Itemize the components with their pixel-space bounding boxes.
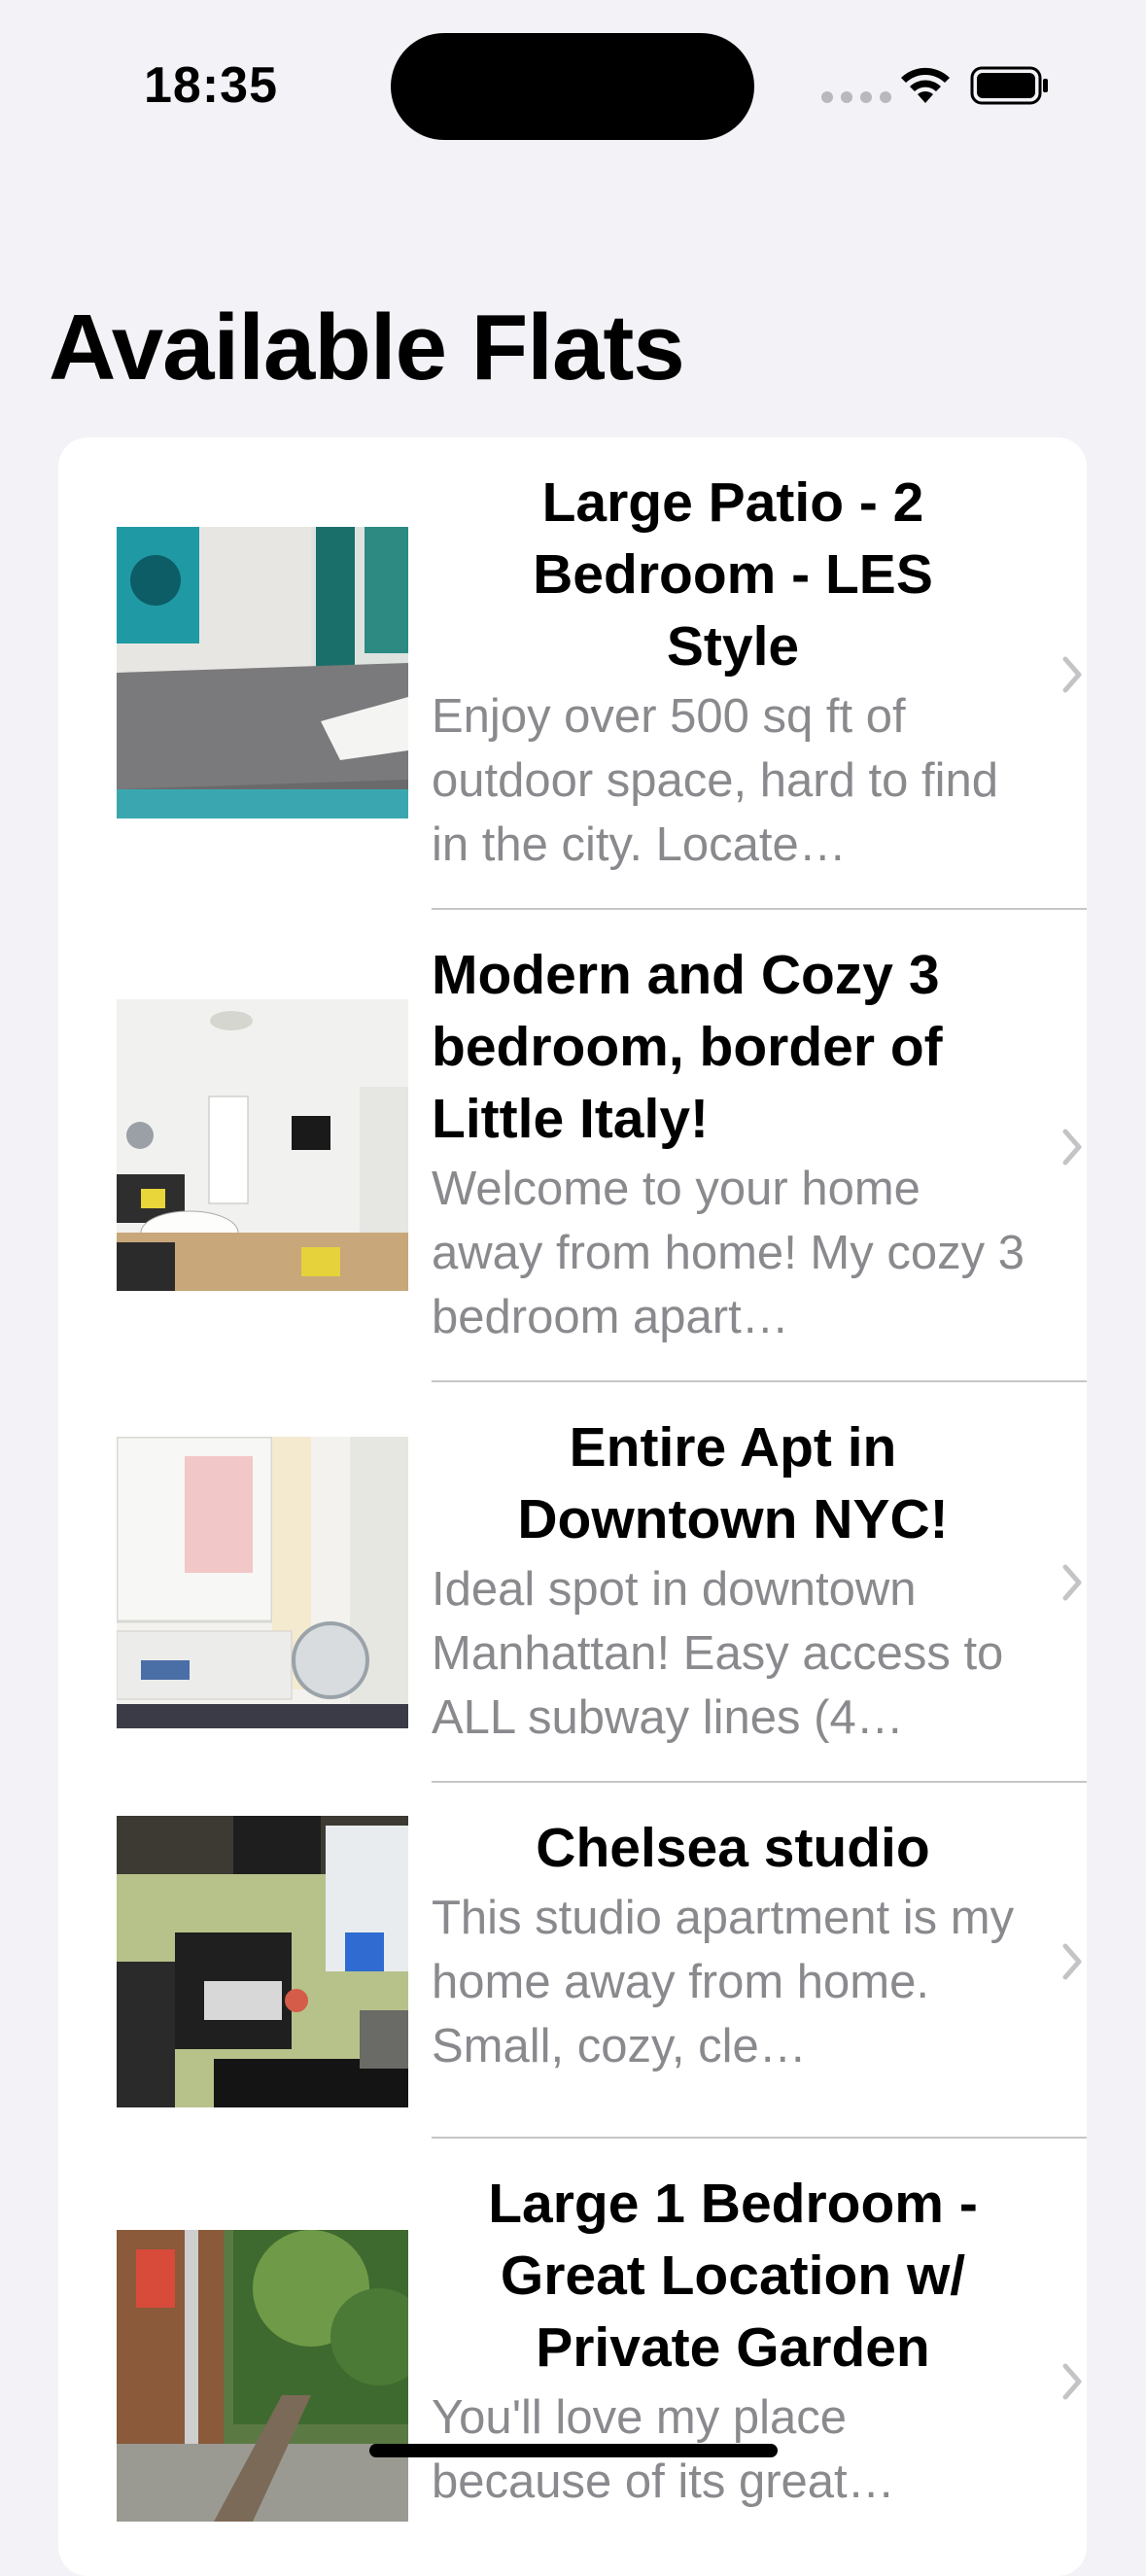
listing-title: Modern and Cozy 3 bedroom, border of Lit… <box>432 944 943 1150</box>
list-item[interactable]: Entire Apt in Downtown NYC! Ideal spot i… <box>58 1382 1087 1783</box>
dynamic-island <box>391 33 754 140</box>
bedroom-photo <box>117 527 408 818</box>
chevron-right-icon <box>1059 1126 1087 1168</box>
status-time: 18:35 <box>144 57 278 114</box>
listing-title: Chelsea studio <box>536 1817 930 1879</box>
window-fan-photo <box>117 1437 408 1728</box>
home-indicator[interactable] <box>369 2444 778 2457</box>
listing-description: Ideal spot in downtown Manhattan! Easy a… <box>432 1563 1004 1744</box>
list-item[interactable]: Chelsea studio This studio apartment is … <box>58 1783 1087 2139</box>
listing-description: Enjoy over 500 sq ft of outdoor space, h… <box>432 690 998 871</box>
battery-icon <box>970 66 1048 105</box>
listing-text: Chelsea studio This studio apartment is … <box>432 1812 1034 2078</box>
chevron-right-icon <box>1059 1561 1087 1604</box>
flats-list: Large Patio - 2 Bedroom - LES Style Enjo… <box>58 437 1087 2576</box>
cellular-signal-icon <box>821 91 891 103</box>
chevron-right-icon <box>1059 653 1087 696</box>
listing-text: Entire Apt in Downtown NYC! Ideal spot i… <box>432 1411 1034 1750</box>
list-item[interactable]: Large Patio - 2 Bedroom - LES Style Enjo… <box>58 437 1087 910</box>
chevron-right-icon <box>1059 1940 1087 1983</box>
listing-text: Large 1 Bedroom - Great Location w/ Priv… <box>432 2168 1034 2514</box>
listing-description: This studio apartment is my home away fr… <box>432 1892 1015 2072</box>
page-title: Available Flats <box>49 296 685 400</box>
listing-title: Large Patio - 2 Bedroom - LES Style <box>533 471 933 678</box>
listing-title: Entire Apt in Downtown NYC! <box>517 1416 949 1550</box>
studio-photo <box>117 1816 408 2107</box>
status-bar: 18:35 <box>0 0 1146 165</box>
chevron-right-icon <box>1059 2360 1087 2403</box>
listing-text: Large Patio - 2 Bedroom - LES Style Enjo… <box>432 467 1034 877</box>
wifi-icon <box>901 67 950 103</box>
garden-photo <box>117 2230 408 2522</box>
living-room-photo <box>117 999 408 1291</box>
listing-title: Large 1 Bedroom - Great Location w/ Priv… <box>488 2173 978 2379</box>
list-item[interactable]: Modern and Cozy 3 bedroom, border of Lit… <box>58 910 1087 1382</box>
listing-description: Welcome to your home away from home! My … <box>432 1163 1024 1343</box>
listing-text: Modern and Cozy 3 bedroom, border of Lit… <box>432 939 1034 1349</box>
list-item[interactable]: Large 1 Bedroom - Great Location w/ Priv… <box>58 2139 1087 2576</box>
